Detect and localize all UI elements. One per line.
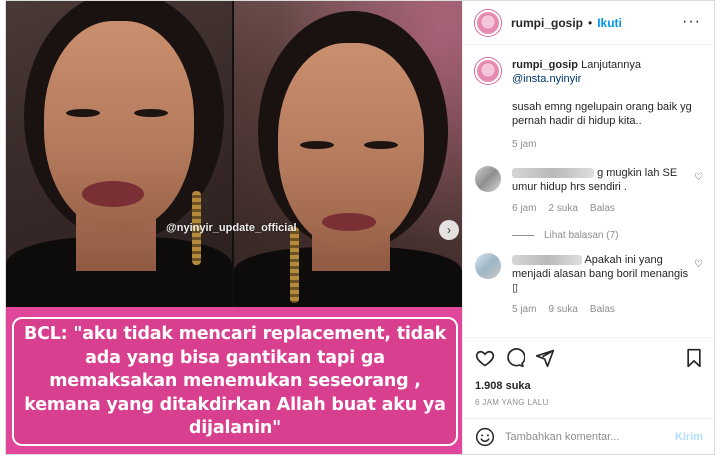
- quote-banner: BCL: "aku tidak mencari replacement, tid…: [6, 307, 462, 454]
- comment-like-heart-icon[interactable]: ♡: [694, 172, 703, 183]
- add-comment-bar: Kirim: [463, 418, 715, 454]
- follow-button[interactable]: Ikuti: [597, 16, 622, 30]
- caption-row: rumpi_gosip Lanjutannya @insta.nyinyir s…: [475, 58, 703, 152]
- avatar[interactable]: [475, 253, 501, 279]
- eye-shape: [134, 109, 168, 117]
- blurred-username[interactable]: [512, 255, 582, 266]
- separator-dot: •: [588, 15, 593, 30]
- lips-shape: [82, 181, 144, 207]
- post-header: rumpi_gosip • Ikuti ···: [463, 1, 715, 45]
- photo-right: [234, 1, 462, 307]
- heart-icon[interactable]: [475, 348, 495, 368]
- caption-mention[interactable]: @insta.nyinyir: [512, 72, 697, 86]
- caption-text: Lanjutannya: [581, 59, 642, 71]
- caption-time: 5 jam: [512, 139, 537, 150]
- comment-body: g mugkin lah SE umur hidup hrs sendiri .…: [512, 166, 697, 216]
- reply-button[interactable]: Balas: [590, 202, 615, 216]
- comment-input[interactable]: [505, 430, 655, 443]
- post-media[interactable]: @nyinyir_update_official › BCL: "aku tid…: [6, 1, 462, 454]
- header-username[interactable]: rumpi_gosip: [511, 16, 583, 30]
- post-timestamp: 6 JAM YANG LALU: [475, 398, 549, 407]
- comments-list[interactable]: rumpi_gosip Lanjutannya @insta.nyinyir s…: [463, 46, 715, 336]
- comment-icon[interactable]: [505, 348, 525, 368]
- caption-body: rumpi_gosip Lanjutannya @insta.nyinyir s…: [512, 58, 697, 152]
- caption-username[interactable]: rumpi_gosip: [512, 59, 578, 71]
- like-count[interactable]: 1.908 suka: [475, 380, 703, 392]
- replies-line: [512, 235, 534, 236]
- reply-button[interactable]: Balas: [590, 303, 615, 317]
- comment-likes[interactable]: 9 suka: [548, 303, 577, 317]
- eye-shape: [364, 141, 398, 149]
- comment-item: g mugkin lah SE umur hidup hrs sendiri .…: [475, 166, 703, 216]
- avatar[interactable]: [475, 58, 501, 84]
- quote-text: BCL: "aku tidak mencari replacement, tid…: [23, 324, 447, 438]
- more-options-icon[interactable]: ···: [682, 13, 701, 31]
- avatar[interactable]: [475, 9, 501, 36]
- comment-time: 5 jam: [512, 304, 537, 315]
- post-dialog: @nyinyir_update_official › BCL: "aku tid…: [5, 0, 715, 455]
- emoji-icon[interactable]: [475, 427, 495, 447]
- photo-left: [6, 1, 232, 307]
- post-comment-button[interactable]: Kirim: [675, 431, 703, 443]
- eye-shape: [66, 109, 100, 117]
- post-actions: 1.908 suka 6 JAM YANG LALU: [463, 337, 715, 412]
- lips-shape: [322, 213, 376, 231]
- comment-likes[interactable]: 2 suka: [548, 202, 577, 216]
- media-watermark: @nyinyir_update_official: [166, 222, 297, 234]
- blurred-username[interactable]: [512, 168, 594, 179]
- comment-like-heart-icon[interactable]: ♡: [694, 259, 703, 270]
- avatar[interactable]: [475, 166, 501, 192]
- comment-time: 6 jam: [512, 203, 537, 214]
- carousel-next-button[interactable]: ›: [439, 220, 459, 240]
- caption-body-text: susah emng ngelupain orang baik yg perna…: [512, 101, 692, 127]
- comment-item: Apakah ini yang menjadi alasan bang bori…: [475, 253, 703, 317]
- action-icons: [475, 344, 703, 372]
- view-replies-label: Lihat balasan (7): [544, 230, 619, 241]
- post-sidebar: rumpi_gosip • Ikuti ··· rumpi_gosip Lanj…: [462, 1, 715, 454]
- comment-body: Apakah ini yang menjadi alasan bang bori…: [512, 253, 697, 317]
- bookmark-icon[interactable]: [685, 348, 703, 368]
- quote-frame: BCL: "aku tidak mencari replacement, tid…: [12, 317, 458, 446]
- view-replies-button[interactable]: Lihat balasan (7): [512, 230, 703, 241]
- share-icon[interactable]: [535, 348, 555, 368]
- earring-shape: [290, 227, 299, 303]
- eye-shape: [300, 141, 334, 149]
